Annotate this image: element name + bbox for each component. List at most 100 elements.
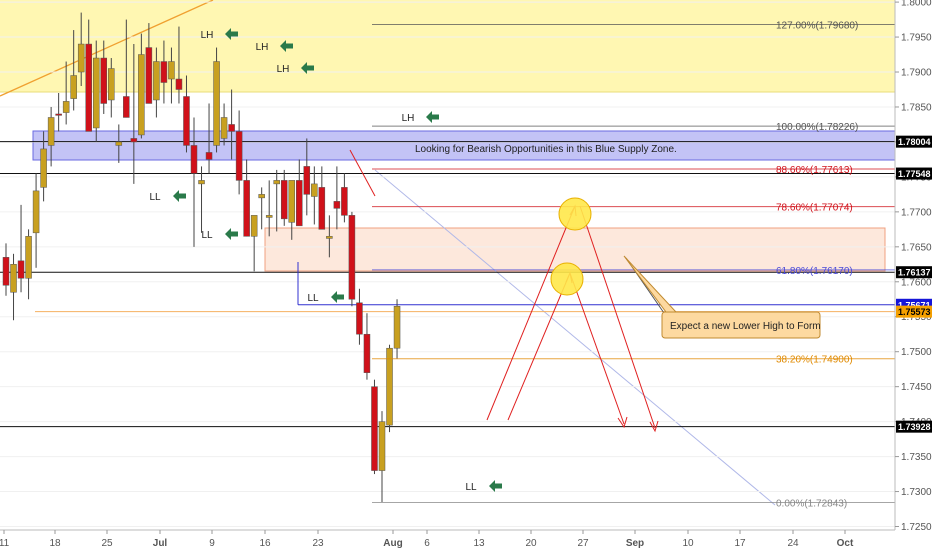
- candle-body: [333, 201, 341, 209]
- candle-body: [2, 257, 10, 286]
- y-tick-label: 1.75000: [901, 347, 932, 358]
- candle-body: [100, 57, 108, 104]
- x-tick-label: 23: [312, 538, 324, 549]
- swing-label: LH: [201, 30, 214, 41]
- candle-body: [190, 145, 198, 174]
- x-tick-label: Oct: [837, 538, 854, 549]
- fib-level-label: 78.60%(1.77074): [776, 203, 853, 214]
- y-tick-label: 1.73500: [901, 452, 932, 463]
- fib-level-label: 127.00%(1.79680): [776, 20, 858, 31]
- candle-body: [145, 47, 153, 104]
- candle-body: [10, 264, 17, 293]
- y-tick-label: 1.72500: [901, 522, 932, 533]
- swing-label: LL: [465, 482, 477, 493]
- price-tag-label: 1.78004: [898, 137, 931, 147]
- candle-body: [288, 180, 296, 223]
- green-arrow-icon: [489, 480, 502, 492]
- x-tick-label: 10: [682, 538, 694, 549]
- x-tick-label: 9: [209, 538, 215, 549]
- candle-body: [205, 152, 213, 160]
- x-tick-label: 25: [101, 538, 113, 549]
- swing-label: LL: [201, 230, 213, 241]
- y-tick-label: 1.80000: [901, 0, 932, 9]
- candle-body: [70, 75, 77, 99]
- swing-label: LL: [307, 293, 319, 304]
- candlestick-chart: 127.00%(1.79680) 100.00%(1.78226) 88.60%(1…: [0, 0, 932, 549]
- candle-body: [77, 43, 85, 73]
- fib-level-label: 61.80%(1.76170): [776, 266, 853, 277]
- fib-level-label: 38.20%(1.74900): [776, 355, 853, 366]
- x-tick-label: 6: [424, 538, 430, 549]
- projection-arrows: [349, 149, 659, 433]
- green-arrow-icon: [173, 190, 186, 202]
- candle-body: [326, 236, 333, 239]
- price-tag-label: 1.76137: [898, 268, 931, 278]
- candle-body: [378, 421, 386, 471]
- candle-body: [341, 187, 348, 216]
- candle-body: [371, 386, 378, 471]
- x-tick-label: 13: [473, 538, 485, 549]
- candle-body: [356, 302, 363, 335]
- candle-body: [17, 260, 25, 279]
- y-tick-label: 1.73000: [901, 487, 932, 498]
- y-tick-label: 1.76500: [901, 242, 932, 253]
- green-arrow-icon: [331, 291, 344, 303]
- y-tick-label: 1.78500: [901, 102, 932, 113]
- candle-body: [220, 117, 228, 139]
- candle-body: [243, 180, 250, 237]
- x-tick-label: 20: [525, 538, 537, 549]
- y-tick-label: 1.79000: [901, 68, 932, 79]
- x-tick-label: 27: [577, 538, 589, 549]
- supply-zone-note: Looking for Bearish Opportunities in thi…: [415, 144, 677, 155]
- y-tick-label: 1.74500: [901, 382, 932, 393]
- candle-body: [363, 333, 371, 373]
- x-tick-label: 17: [734, 538, 746, 549]
- candle-body: [318, 187, 326, 230]
- swing-label: LH: [256, 42, 269, 53]
- candle-body: [25, 236, 32, 279]
- callout-text: Expect a new Lower High to Form: [670, 321, 821, 332]
- candle-body: [168, 61, 175, 80]
- horizontal-levels: [0, 141, 895, 428]
- x-tick-label: Sep: [626, 538, 644, 549]
- green-arrow-icon: [426, 111, 439, 123]
- swing-label: LH: [277, 64, 290, 75]
- candle-body: [386, 347, 393, 426]
- forex-chart: 127.00%(1.79680) 100.00%(1.78226) 88.60%(1…: [0, 0, 932, 550]
- target-circle-lower: [550, 262, 584, 296]
- candle-body: [130, 138, 138, 143]
- candle-body: [160, 61, 168, 83]
- candle-body: [55, 113, 62, 116]
- y-tick-label: 1.76000: [901, 277, 932, 288]
- candle-body: [175, 78, 183, 90]
- candle-body: [40, 148, 47, 188]
- candle-body: [92, 57, 100, 129]
- candle-body: [138, 54, 145, 136]
- candle-body: [228, 124, 235, 132]
- candle-body: [280, 180, 288, 220]
- candle-body: [108, 68, 115, 101]
- candle-body: [296, 180, 303, 227]
- x-tick-label: 24: [787, 538, 799, 549]
- candle-body: [62, 101, 70, 113]
- fib-level-label: 88.60%(1.77613): [776, 165, 853, 176]
- candle-body: [273, 180, 280, 185]
- candle-body: [47, 117, 55, 146]
- candle-body: [32, 190, 40, 234]
- candle-body: [303, 166, 311, 195]
- x-tick-label: 11: [0, 538, 10, 549]
- fib-level-label: 100.00%(1.78226): [776, 122, 858, 133]
- x-tick-label: Jul: [153, 538, 168, 549]
- projection-arrow-down-2: [569, 272, 625, 425]
- orange-demand-zone: [264, 227, 886, 272]
- candle-body: [348, 215, 356, 300]
- y-tick-label: 1.77000: [901, 207, 932, 218]
- red-drawing-line-2: [361, 171, 376, 197]
- candle-body: [153, 61, 160, 101]
- candle-body: [250, 215, 258, 237]
- candle-body: [265, 215, 273, 218]
- candle-body: [311, 183, 318, 197]
- candle-body: [393, 306, 401, 349]
- candle-body: [183, 96, 190, 146]
- x-tick-label: 18: [49, 538, 61, 549]
